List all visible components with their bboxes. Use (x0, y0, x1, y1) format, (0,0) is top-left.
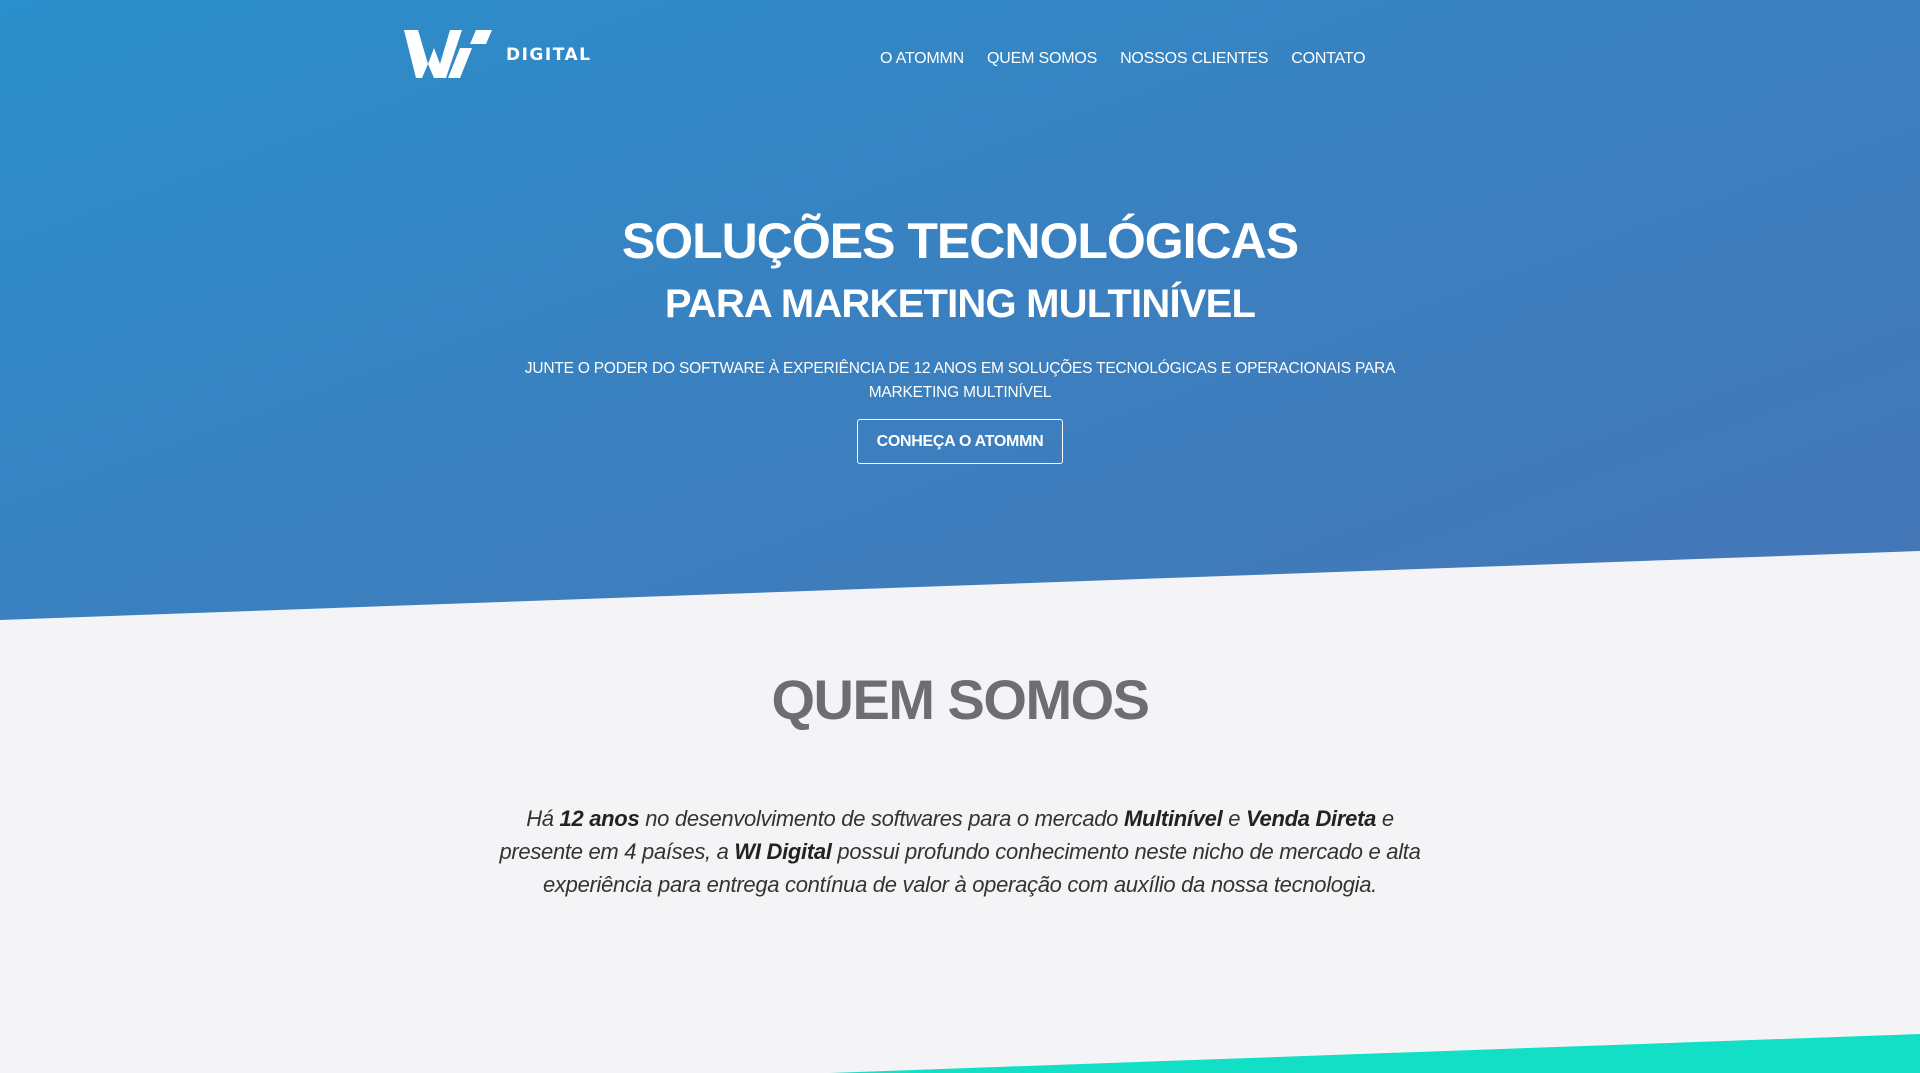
about-highlight-multinivel: Multinível (1123, 806, 1223, 831)
about-highlight-years: 12 anos (559, 806, 640, 831)
about-highlight-venda-direta: Venda Direta (1245, 806, 1377, 831)
nav-item-nossos-clientes[interactable]: NOSSOS CLIENTES (1120, 50, 1268, 68)
page: DIGITAL O ATOMMN QUEM SOMOS NOSSOS CLIEN… (0, 0, 1920, 1073)
nav-item-contato[interactable]: CONTATO (1291, 50, 1365, 68)
about-highlight-company: WI Digital (734, 839, 832, 864)
nav-item-quem-somos[interactable]: QUEM SOMOS (987, 50, 1097, 68)
about-text-part: Há (526, 806, 560, 831)
hero-title: SOLUÇÕES TECNOLÓGICAS (621, 213, 1299, 269)
hero-description: JUNTE O PODER DO SOFTWARE À EXPERIÊNCIA … (524, 360, 1396, 401)
about-text-part: no desenvolvimento de softwares para o m… (639, 806, 1124, 831)
conheca-atommn-button[interactable]: CONHEÇA O ATOMMN (857, 419, 1063, 464)
main-nav: O ATOMMN QUEM SOMOS NOSSOS CLIENTES CONT… (880, 50, 1366, 68)
about-text-part: e (1222, 806, 1246, 831)
about-section-title: QUEM SOMOS (771, 668, 1150, 731)
about-paragraph: Há 12 anos no desenvolvimento de softwar… (495, 802, 1425, 901)
logo-text: DIGITAL (506, 45, 592, 65)
logo-link[interactable]: DIGITAL (404, 28, 591, 80)
wi-logo-icon (404, 30, 492, 78)
nav-item-o-atommn[interactable]: O ATOMMN (880, 50, 964, 68)
site-header: DIGITAL O ATOMMN QUEM SOMOS NOSSOS CLIEN… (0, 0, 1920, 120)
teal-accent-band (830, 1034, 1920, 1073)
hero-subtitle: PARA MARKETING MULTINÍVEL (664, 282, 1256, 326)
